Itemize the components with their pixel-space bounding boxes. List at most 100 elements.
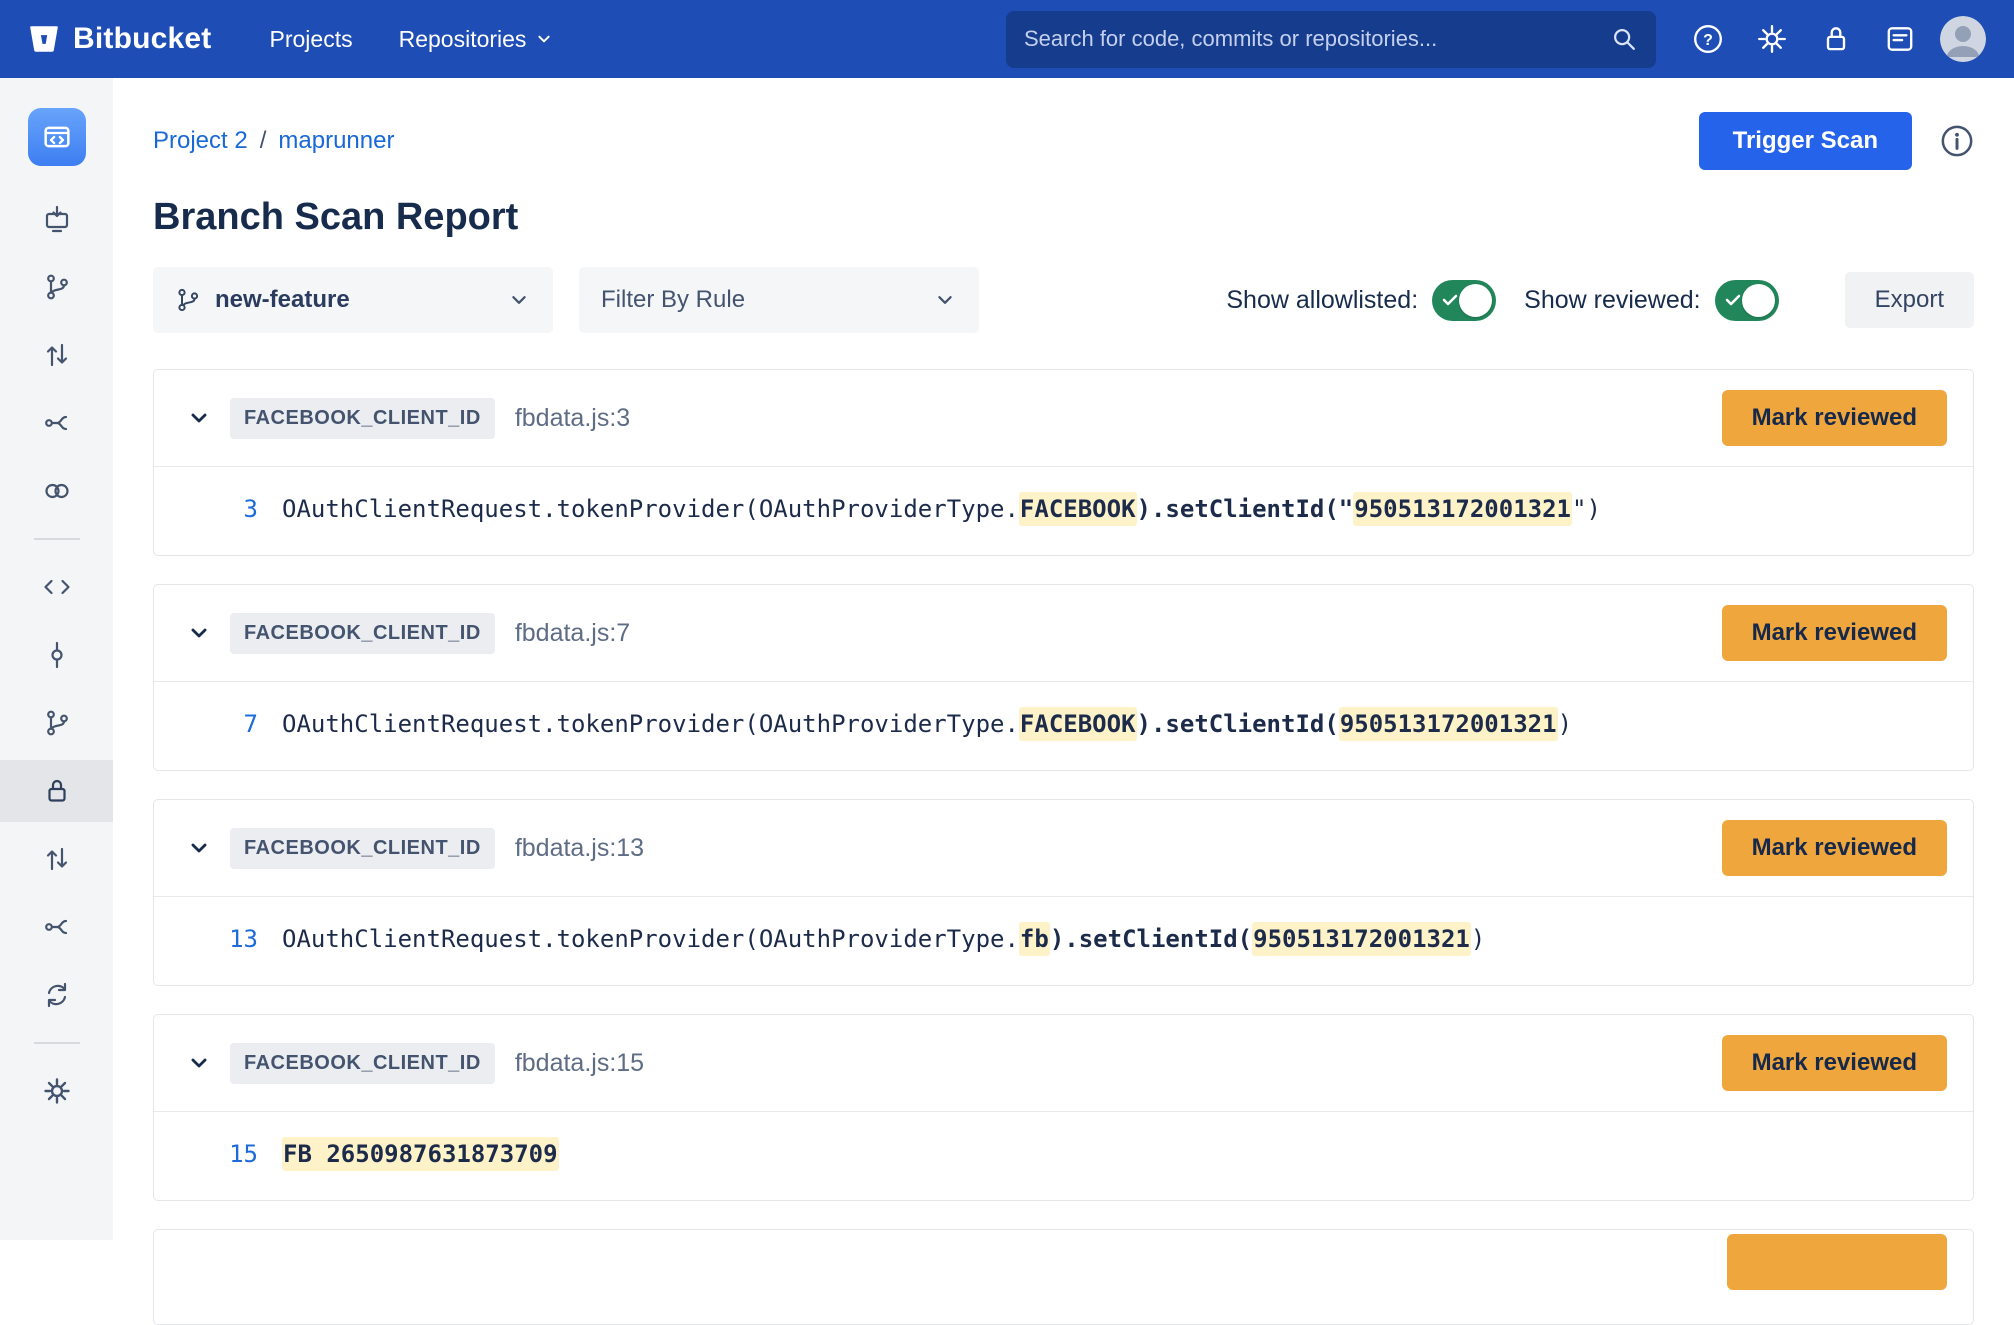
repo-sidebar: [0, 78, 113, 1240]
sidebar-item-forks[interactable]: [42, 408, 72, 438]
code-row: 13 OAuthClientRequest.tokenProvider(OAut…: [154, 896, 1973, 985]
finding-card-header: FACEBOOK_CLIENT_ID fbdata.js:13 Mark rev…: [154, 800, 1973, 896]
sidebar-item-pull-requests-list[interactable]: [42, 844, 72, 874]
mark-reviewed-button[interactable]: Mark reviewed: [1722, 820, 1947, 876]
bitbucket-brand[interactable]: Bitbucket: [28, 22, 212, 56]
chevron-down-icon: [507, 288, 531, 312]
code-row: 7 OAuthClientRequest.tokenProvider(OAuth…: [154, 681, 1973, 770]
rule-badge: FACEBOOK_CLIENT_ID: [230, 398, 495, 439]
trigger-scan-button[interactable]: Trigger Scan: [1699, 112, 1912, 170]
line-number: 3: [154, 493, 258, 525]
check-icon: [1723, 290, 1743, 310]
finding-location: fbdata.js:13: [515, 834, 644, 863]
check-icon: [1440, 290, 1460, 310]
sidebar-item-branches[interactable]: [42, 272, 72, 302]
sidebar-item-forks-list[interactable]: [42, 912, 72, 942]
branch-icon: [42, 272, 72, 302]
sidebar-item-pull-requests[interactable]: [42, 340, 72, 370]
secret-match-highlight: 950513172001321: [1339, 707, 1558, 741]
help-button[interactable]: ?: [1692, 23, 1724, 55]
code-line: OAuthClientRequest.tokenProvider(OAuthPr…: [282, 493, 1601, 525]
line-number: 15: [154, 1138, 258, 1170]
sidebar-item-sync[interactable]: [42, 980, 72, 1010]
collapse-button[interactable]: [184, 1048, 214, 1078]
finding-card-header: FACEBOOK_CLIENT_ID fbdata.js:7 Mark revi…: [154, 585, 1973, 681]
sync-icon: [42, 980, 72, 1010]
sidebar-item-deployments[interactable]: [42, 204, 72, 234]
show-reviewed-toggle[interactable]: [1715, 280, 1779, 321]
sidebar-item-pipelines[interactable]: [42, 476, 72, 506]
rule-filter-dropdown[interactable]: Filter By Rule: [579, 267, 979, 333]
code-line: OAuthClientRequest.tokenProvider(OAuthPr…: [282, 923, 1485, 955]
top-navbar: Bitbucket Projects Repositories ?: [0, 0, 2014, 78]
rule-badge: FACEBOOK_CLIENT_ID: [230, 1043, 495, 1084]
findings-list: FACEBOOK_CLIENT_ID fbdata.js:3 Mark revi…: [153, 369, 1974, 1201]
code-icon: [42, 572, 72, 602]
pull-request-icon: [42, 844, 72, 874]
show-allowlisted-toggle[interactable]: [1432, 280, 1496, 321]
sidebar-divider: [34, 538, 80, 540]
mark-reviewed-button[interactable]: Mark reviewed: [1722, 390, 1947, 446]
mark-reviewed-button[interactable]: [1727, 1234, 1947, 1290]
collapse-button[interactable]: [184, 618, 214, 648]
settings-button[interactable]: [1756, 23, 1788, 55]
rule-badge: FACEBOOK_CLIENT_ID: [230, 613, 495, 654]
nav-projects[interactable]: Projects: [270, 26, 353, 53]
mark-reviewed-button[interactable]: Mark reviewed: [1722, 605, 1947, 661]
info-button[interactable]: [1940, 124, 1974, 158]
deployments-icon: [42, 204, 72, 234]
sidebar-item-branches-list[interactable]: [42, 708, 72, 738]
search-input[interactable]: [1024, 26, 1610, 52]
gear-icon: [42, 1075, 72, 1107]
fork-icon: [42, 912, 72, 942]
page-title: Branch Scan Report: [153, 196, 1974, 239]
avatar[interactable]: [1940, 16, 1986, 62]
finding-card-header: FACEBOOK_CLIENT_ID fbdata.js:15 Mark rev…: [154, 1015, 1973, 1111]
search-icon: [1610, 25, 1638, 53]
sidebar-item-commits[interactable]: [42, 640, 72, 670]
sidebar-item-settings[interactable]: [42, 1076, 72, 1106]
collapse-button[interactable]: [184, 833, 214, 863]
nav-repositories[interactable]: Repositories: [399, 26, 555, 53]
code-row: 15 FB 2650987631873709: [154, 1111, 1973, 1200]
secret-match-highlight: fb: [1019, 922, 1050, 956]
feedback-button[interactable]: [1884, 23, 1916, 55]
pipelines-icon: [42, 476, 72, 506]
bitbucket-logo-icon: [28, 23, 60, 55]
global-search[interactable]: [1006, 11, 1656, 68]
breadcrumb-repo-link[interactable]: maprunner: [278, 127, 394, 155]
finding-card-header: FACEBOOK_CLIENT_ID fbdata.js:3 Mark revi…: [154, 370, 1973, 466]
sidebar-item-source[interactable]: [42, 572, 72, 602]
sidebar-divider: [34, 1042, 80, 1044]
breadcrumb-project-link[interactable]: Project 2: [153, 127, 248, 155]
finding-card: FACEBOOK_CLIENT_ID fbdata.js:3 Mark revi…: [153, 369, 1974, 556]
main-content: Project 2 / maprunner Trigger Scan Branc…: [113, 78, 2014, 1240]
repo-avatar-icon: [40, 120, 74, 154]
secret-match-highlight: FACEBOOK: [1019, 492, 1137, 526]
code-text: "): [1572, 495, 1601, 523]
fork-icon: [42, 408, 72, 438]
code-text: OAuthClientRequest.tokenProvider(OAuthPr…: [282, 495, 1019, 523]
gear-icon: [1756, 23, 1788, 55]
primary-nav: Projects Repositories: [270, 26, 555, 53]
code-line: FB 2650987631873709: [282, 1138, 559, 1170]
feedback-icon: [1884, 23, 1916, 55]
branch-dropdown[interactable]: new-feature: [153, 267, 553, 333]
export-button[interactable]: Export: [1845, 272, 1974, 328]
filter-bar: new-feature Filter By Rule Show allowlis…: [153, 267, 1974, 333]
collapse-button[interactable]: [184, 403, 214, 433]
sidebar-item-security-scan[interactable]: [0, 760, 113, 822]
commit-icon: [42, 640, 72, 670]
sidebar-item-repository[interactable]: [28, 108, 86, 166]
avatar-icon: [1940, 16, 1986, 62]
show-reviewed-label: Show reviewed:: [1524, 286, 1700, 315]
code-text: ): [1558, 710, 1572, 738]
branch-icon: [175, 287, 201, 313]
chevron-down-icon: [534, 29, 554, 49]
mark-reviewed-button[interactable]: Mark reviewed: [1722, 1035, 1947, 1091]
line-number: 13: [154, 923, 258, 955]
security-button[interactable]: [1820, 23, 1852, 55]
code-text: ): [1471, 925, 1485, 953]
svg-text:?: ?: [1703, 32, 1713, 49]
code-text: OAuthClientRequest.tokenProvider(OAuthPr…: [282, 710, 1019, 738]
